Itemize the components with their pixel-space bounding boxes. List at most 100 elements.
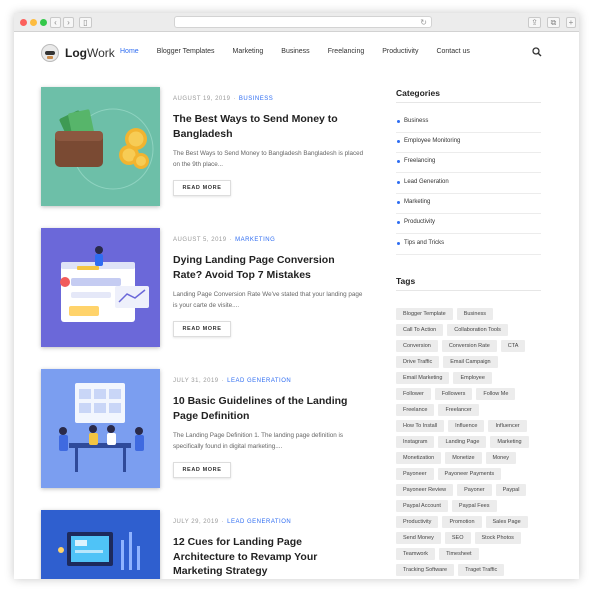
back-icon[interactable]: ‹ [50, 17, 61, 28]
category-item-freelancing[interactable]: Freelancing [396, 153, 541, 173]
categories-title: Categories [396, 88, 440, 98]
tag-link[interactable]: Tracking Software [396, 564, 455, 576]
tag-link[interactable]: Teamwork [396, 548, 436, 560]
tag-link[interactable]: SEO [444, 532, 471, 544]
tag-link[interactable]: Payoner [457, 484, 492, 496]
tag-link[interactable]: Freelance [396, 404, 435, 416]
sidebar-toggle-icon[interactable]: ▯ [79, 17, 92, 28]
post-card: AUGUST 19, 2019 · BUSINESS The Best Ways t… [41, 87, 371, 207]
tag-link[interactable]: Payoneer [396, 468, 434, 480]
tag-row: Instagram Landing Page Marketing [396, 436, 533, 448]
category-item-lead-generation[interactable]: Lead Generation [396, 174, 541, 194]
reload-icon[interactable]: ↻ [420, 17, 427, 28]
post-category-link[interactable]: LEAD GENERATION [227, 378, 291, 384]
address-bar[interactable]: ↻ [174, 16, 432, 28]
tag-link[interactable]: Productivity [396, 516, 439, 528]
bullet-icon [397, 181, 400, 184]
tag-link[interactable]: Instagram [396, 436, 435, 448]
nav-item-blogger-templates[interactable]: Blogger Templates [157, 44, 215, 60]
post-meta: JULY 31, 2019 · LEAD GENERATION [173, 378, 292, 384]
new-tab-icon[interactable]: + [566, 17, 576, 28]
tag-link[interactable]: Drive Traffic [396, 356, 440, 368]
post-thumbnail[interactable] [41, 369, 160, 488]
tag-link[interactable]: Marketing [490, 436, 529, 448]
tag-link[interactable]: Paypal [495, 484, 527, 496]
share-icon[interactable]: ⇪ [528, 17, 541, 28]
nav-item-business[interactable]: Business [281, 44, 309, 60]
bullet-icon [397, 221, 400, 224]
tag-link[interactable]: Collaboration Tools [447, 324, 508, 336]
tag-link[interactable]: Business [456, 308, 494, 320]
post-thumbnail[interactable] [41, 87, 160, 206]
category-item-business[interactable]: Business [396, 113, 541, 133]
post-title-link[interactable]: 10 Basic Guidelines of the Landing Page … [173, 394, 363, 423]
tag-link[interactable]: Blogger Template [396, 308, 453, 320]
post-card: AUGUST 5, 2019 · MARKETING Dying Landing P… [41, 228, 371, 348]
tag-link[interactable]: Conversion [396, 340, 438, 352]
wallet-coins-illustration [55, 108, 154, 190]
tag-link[interactable]: Landing Page [438, 436, 487, 448]
post-category-link[interactable]: BUSINESS [239, 96, 273, 102]
read-more-button[interactable]: READ MORE [173, 321, 231, 337]
nav-item-contact-us[interactable]: Contact us [436, 44, 469, 60]
tag-link[interactable]: Paypal Account [396, 500, 448, 512]
tag-link[interactable]: Timesheet [439, 548, 479, 560]
search-icon[interactable] [532, 47, 542, 57]
tag-link[interactable]: Follow Me [476, 388, 516, 400]
post-category-link[interactable]: MARKETING [235, 237, 275, 243]
post-meta: JULY 29, 2019 · LEAD GENERATION [173, 519, 292, 525]
browser-window: ‹ › ▯ ↻ ⇪ ⧉ + LogWork Home Blogger Templ… [14, 13, 579, 579]
tag-link[interactable]: Influence [448, 420, 485, 432]
category-item-employee-monitoring[interactable]: Employee Monitoring [396, 133, 541, 153]
tag-link[interactable]: Money [485, 452, 517, 464]
category-item-marketing[interactable]: Marketing [396, 194, 541, 214]
tag-link[interactable]: Call To Action [396, 324, 444, 336]
tag-link[interactable]: Monetization [396, 452, 442, 464]
tag-link[interactable]: Email Marketing [396, 372, 450, 384]
nav-item-productivity[interactable]: Productivity [382, 44, 418, 60]
browser-toolbar: ‹ › ▯ ↻ ⇪ ⧉ + [14, 13, 579, 32]
post-category-link[interactable]: LEAD GENERATION [227, 519, 291, 525]
read-more-button[interactable]: READ MORE [173, 180, 231, 196]
nav-item-marketing[interactable]: Marketing [233, 44, 264, 60]
minimize-window-button[interactable] [30, 19, 37, 26]
logo-text: LogWork [65, 46, 115, 60]
zoom-window-button[interactable] [40, 19, 47, 26]
read-more-button[interactable]: READ MORE [173, 462, 231, 478]
tag-link[interactable]: Monetize [445, 452, 482, 464]
tag-link[interactable]: Freelancer [438, 404, 479, 416]
tag-link[interactable]: Follower [396, 388, 431, 400]
tag-link[interactable]: Send Money [396, 532, 441, 544]
tag-link[interactable]: Payoneer Review [396, 484, 454, 496]
tag-link[interactable]: How To Install [396, 420, 445, 432]
nav-item-home[interactable]: Home [120, 44, 139, 60]
close-window-button[interactable] [20, 19, 27, 26]
tag-link[interactable]: Traget Traffic [458, 564, 505, 576]
category-item-productivity[interactable]: Productivity [396, 214, 541, 234]
tag-row: Productivity Promotion Sales Page [396, 516, 532, 528]
tag-link[interactable]: Conversion Rate [441, 340, 497, 352]
nav-item-freelancing[interactable]: Freelancing [328, 44, 365, 60]
tag-link[interactable]: Sales Page [485, 516, 528, 528]
post-thumbnail[interactable] [41, 228, 160, 347]
tag-link[interactable]: Email Campaign [443, 356, 498, 368]
tag-link[interactable]: Stock Photos [474, 532, 521, 544]
tag-link[interactable]: Payoneer Payments [437, 468, 502, 480]
tabs-icon[interactable]: ⧉ [547, 17, 560, 28]
post-title-link[interactable]: 12 Cues for Landing Page Architecture to… [173, 535, 363, 579]
category-item-tips-and-tricks[interactable]: Tips and Tricks [396, 235, 541, 255]
post-thumbnail[interactable] [41, 510, 160, 579]
site-logo[interactable]: LogWork [41, 43, 115, 63]
tag-link[interactable]: CTA [500, 340, 526, 352]
tag-link[interactable]: Influencer [488, 420, 527, 432]
tag-row: Monetization Monetize Money [396, 452, 520, 464]
bullet-icon [397, 242, 400, 245]
tag-link[interactable]: Paypal Fees [451, 500, 497, 512]
tag-link[interactable]: Promotion [442, 516, 482, 528]
tag-link[interactable]: Employee [453, 372, 492, 384]
post-title-link[interactable]: The Best Ways to Send Money to Banglades… [173, 112, 363, 141]
post-title-link[interactable]: Dying Landing Page Conversion Rate? Avoi… [173, 253, 363, 282]
forward-icon[interactable]: › [63, 17, 74, 28]
tag-link[interactable]: Followers [434, 388, 473, 400]
post-card: JULY 29, 2019 · LEAD GENERATION 12 Cues fo… [41, 510, 371, 579]
